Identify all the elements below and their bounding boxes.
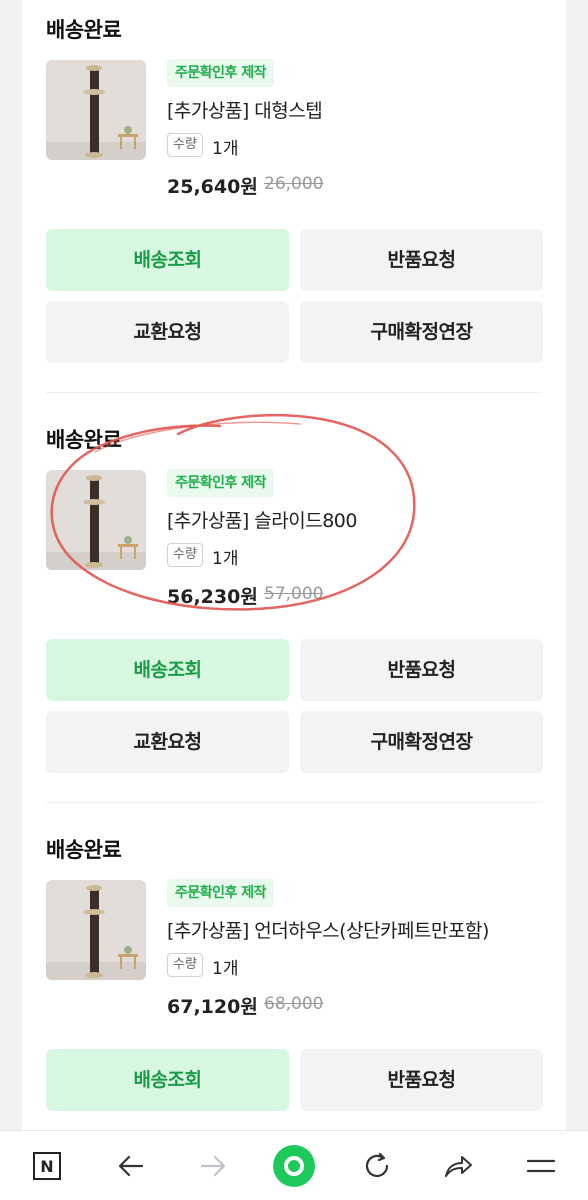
quantity-label: 수량	[167, 133, 203, 157]
back-arrow-icon[interactable]	[108, 1143, 154, 1189]
product-name[interactable]: [추가상품] 슬라이드800	[167, 506, 357, 533]
track-delivery-button[interactable]: 배송조회	[46, 1049, 289, 1111]
browser-bottom-bar: N	[0, 1130, 588, 1200]
return-request-button[interactable]: 반품요청	[300, 1049, 543, 1111]
forward-arrow-icon[interactable]	[190, 1143, 236, 1189]
made-to-order-badge: 주문확인후 제작	[167, 59, 275, 87]
delivery-status: 배송완료	[46, 428, 122, 452]
track-delivery-button[interactable]: 배송조회	[46, 229, 289, 291]
quantity-label: 수량	[167, 543, 203, 567]
naver-logo-icon[interactable]: N	[24, 1143, 70, 1189]
menu-icon[interactable]	[518, 1143, 564, 1189]
original-price: 57,000	[264, 584, 324, 604]
return-request-button[interactable]: 반품요청	[300, 639, 543, 701]
sale-price: 25,640원	[167, 176, 258, 198]
quantity-label: 수량	[167, 953, 203, 977]
sale-price: 67,120원	[167, 996, 258, 1018]
product-thumbnail[interactable]	[46, 60, 146, 160]
share-icon[interactable]	[435, 1143, 481, 1189]
section-divider	[46, 392, 542, 393]
product-thumbnail[interactable]	[46, 880, 146, 980]
exchange-request-button[interactable]: 교환요청	[46, 301, 289, 363]
naver-logo-letter: N	[40, 1157, 53, 1176]
delivery-status: 배송완료	[46, 18, 122, 42]
product-name[interactable]: [추가상품] 언더하우스(상단카페트만포함)	[167, 916, 489, 943]
section-divider	[46, 802, 542, 803]
original-price: 26,000	[264, 174, 324, 194]
original-price: 68,000	[264, 994, 324, 1014]
quantity-value: 1개	[212, 549, 239, 569]
extend-purchase-confirm-button[interactable]: 구매확정연장	[300, 301, 543, 363]
order-list: 배송완료 주문확인후 제작 [추가상품] 대형스텝 수량 1개 25,640원 …	[22, 0, 566, 1130]
sale-price: 56,230원	[167, 586, 258, 608]
return-request-button[interactable]: 반품요청	[300, 229, 543, 291]
refresh-icon[interactable]	[354, 1143, 400, 1189]
quantity-value: 1개	[212, 139, 239, 159]
made-to-order-badge: 주문확인후 제작	[167, 879, 275, 907]
made-to-order-badge: 주문확인후 제작	[167, 469, 275, 497]
quantity-value: 1개	[212, 959, 239, 979]
product-thumbnail[interactable]	[46, 470, 146, 570]
exchange-request-button[interactable]: 교환요청	[46, 711, 289, 773]
extend-purchase-confirm-button[interactable]: 구매확정연장	[300, 711, 543, 773]
track-delivery-button[interactable]: 배송조회	[46, 639, 289, 701]
delivery-status: 배송완료	[46, 838, 122, 862]
product-name[interactable]: [추가상품] 대형스텝	[167, 96, 323, 123]
home-green-dot-icon[interactable]	[271, 1143, 317, 1189]
